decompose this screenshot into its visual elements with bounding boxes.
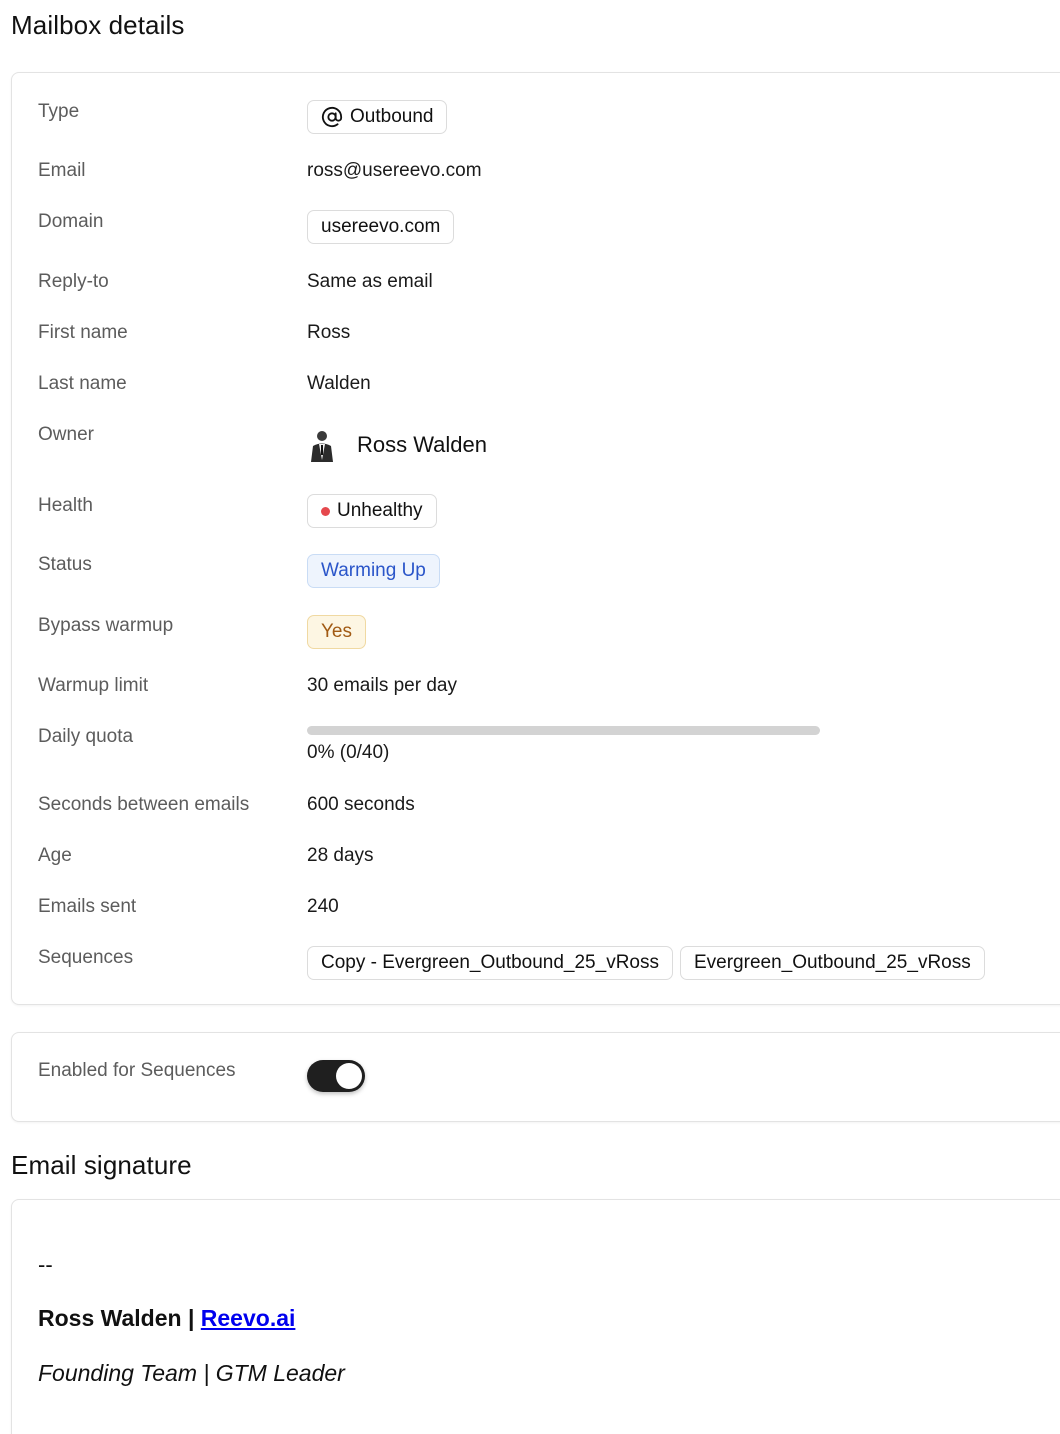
last-name-label: Last name xyxy=(38,373,127,394)
signature-name: Ross Walden | xyxy=(38,1305,201,1331)
daily-quota-label: Daily quota xyxy=(38,726,134,747)
first-name-value: Ross xyxy=(307,322,351,343)
signature-separator: -- xyxy=(38,1252,53,1277)
mailbox-details-title: Mailbox details xyxy=(11,10,185,40)
age-label: Age xyxy=(38,845,72,866)
domain-label: Domain xyxy=(38,211,104,232)
reply-to-label: Reply-to xyxy=(38,271,109,292)
email-signature-card: -- Ross Walden | Reevo.ai Founding Team … xyxy=(11,1199,1060,1434)
emails-sent-value: 240 xyxy=(307,896,339,917)
daily-quota-value: 0% (0/40) xyxy=(307,742,390,763)
health-badge: Unhealthy xyxy=(307,494,437,528)
health-label: Health xyxy=(38,495,93,516)
type-label: Type xyxy=(38,101,80,122)
age-value: 28 days xyxy=(307,845,374,866)
emails-sent-label: Emails sent xyxy=(38,896,137,917)
status-label: Status xyxy=(38,554,92,575)
owner-value[interactable]: Ross Walden xyxy=(307,428,487,462)
warmup-limit-value: 30 emails per day xyxy=(307,675,457,696)
mailbox-details-card: Type Outbound Email ross@usereevo.com Do… xyxy=(11,72,1060,1005)
type-chip: Outbound xyxy=(307,100,448,134)
sequence-chip[interactable]: Evergreen_Outbound_25_vRoss xyxy=(679,946,985,980)
first-name-label: First name xyxy=(38,322,128,343)
seconds-between-value: 600 seconds xyxy=(307,794,415,815)
enabled-card: Enabled for Sequences xyxy=(11,1032,1060,1122)
enabled-label: Enabled for Sequences xyxy=(38,1060,236,1081)
email-label: Email xyxy=(38,160,86,181)
at-sign-icon xyxy=(321,106,343,128)
reply-to-value: Same as email xyxy=(307,271,433,292)
email-value: ross@usereevo.com xyxy=(307,160,482,181)
owner-label: Owner xyxy=(38,424,94,445)
daily-quota-progress-bar xyxy=(307,726,820,735)
domain-chip: usereevo.com xyxy=(307,210,455,244)
health-value: Unhealthy xyxy=(337,500,423,521)
signature-role: Founding Team | GTM Leader xyxy=(38,1360,345,1386)
sequences-label: Sequences xyxy=(38,947,134,968)
status-badge: Warming Up xyxy=(307,554,440,588)
owner-name: Ross Walden xyxy=(357,432,488,457)
signature-link[interactable]: Reevo.ai xyxy=(201,1305,296,1331)
bypass-warmup-label: Bypass warmup xyxy=(38,615,174,636)
avatar xyxy=(307,428,337,462)
bypass-warmup-badge: Yes xyxy=(307,615,366,649)
email-signature-title: Email signature xyxy=(11,1150,192,1180)
health-status-dot-icon xyxy=(321,506,330,516)
warmup-limit-label: Warmup limit xyxy=(38,675,149,696)
sequence-chip[interactable]: Copy - Evergreen_Outbound_25_vRoss xyxy=(307,946,673,980)
signature-name-line: Ross Walden | Reevo.ai xyxy=(38,1305,295,1332)
seconds-between-label: Seconds between emails xyxy=(38,794,250,815)
enabled-for-sequences-toggle[interactable] xyxy=(307,1060,365,1092)
toggle-knob xyxy=(336,1063,362,1089)
type-value: Outbound xyxy=(350,106,434,127)
last-name-value: Walden xyxy=(307,373,371,394)
